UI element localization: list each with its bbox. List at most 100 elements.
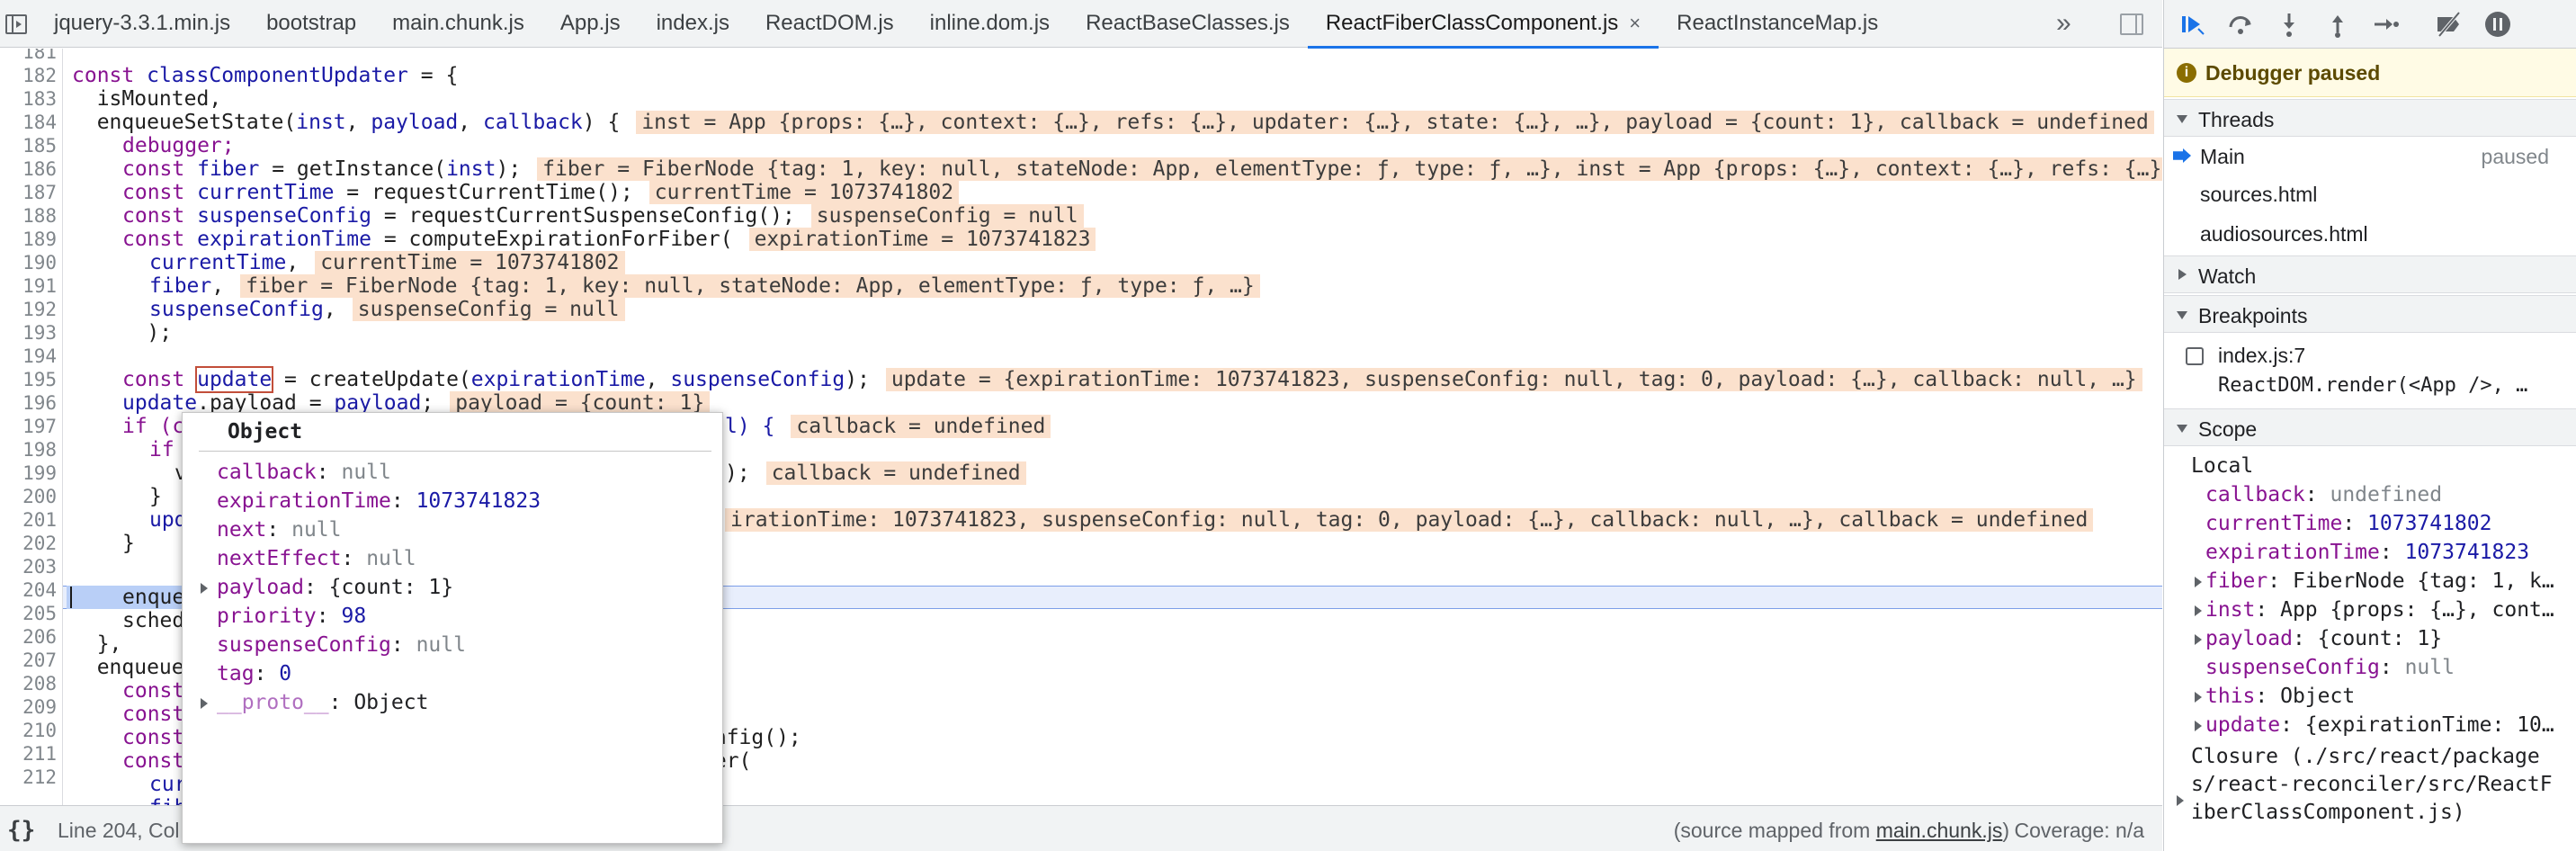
line-number[interactable]: 209 bbox=[22, 695, 57, 719]
resume-icon[interactable] bbox=[2177, 9, 2207, 40]
popover-property-expandable[interactable]: payload: {count: 1} bbox=[201, 573, 453, 602]
scope-variable[interactable]: currentTime: 1073741802 bbox=[2205, 509, 2576, 538]
popover-property[interactable]: priority: 98 bbox=[217, 602, 366, 631]
thread-item[interactable]: sources.html bbox=[2164, 175, 2576, 212]
line-number[interactable]: 203 bbox=[22, 555, 57, 578]
deactivate-breakpoints-icon[interactable] bbox=[2434, 9, 2464, 40]
thread-item-main[interactable]: Main paused bbox=[2164, 137, 2576, 175]
debugger-sidebar-toggle-icon[interactable] bbox=[2120, 13, 2143, 35]
expand-arrow-icon[interactable] bbox=[2195, 692, 2202, 703]
line-number[interactable]: 187 bbox=[22, 181, 57, 204]
more-tabs-icon[interactable]: » bbox=[2056, 0, 2071, 48]
line-number[interactable]: 190 bbox=[22, 251, 57, 274]
popover-property[interactable]: expirationTime: 1073741823 bbox=[217, 487, 541, 515]
expand-arrow-icon[interactable] bbox=[2195, 605, 2202, 616]
tab-inline-dom[interactable]: inline.dom.js bbox=[912, 0, 1068, 48]
line-number[interactable]: 196 bbox=[22, 391, 57, 415]
watch-section-header[interactable]: Watch bbox=[2164, 255, 2576, 293]
line-number[interactable]: 204 bbox=[22, 578, 57, 602]
tab-main-chunk[interactable]: main.chunk.js bbox=[374, 0, 542, 48]
line-number[interactable]: 198 bbox=[22, 438, 57, 461]
pause-on-exceptions-icon[interactable] bbox=[2482, 9, 2513, 40]
tab-bootstrap[interactable]: bootstrap bbox=[248, 0, 374, 48]
step-icon[interactable] bbox=[2371, 9, 2402, 40]
step-out-icon[interactable] bbox=[2322, 9, 2353, 40]
line-number[interactable]: 182 bbox=[22, 64, 57, 87]
navigator-toggle-icon[interactable] bbox=[5, 14, 27, 34]
code-line: const update = createUpdate(expirationTi… bbox=[122, 366, 2142, 393]
line-number-gutter[interactable]: 181 182 183 184 185 186 187 188 189 190 … bbox=[0, 49, 63, 805]
line-number[interactable]: 181 bbox=[22, 49, 57, 64]
popover-property[interactable]: nextEffect: null bbox=[217, 544, 416, 573]
line-number[interactable]: 191 bbox=[22, 274, 57, 298]
line-number[interactable]: 207 bbox=[22, 649, 57, 672]
breakpoints-section-header[interactable]: Breakpoints bbox=[2164, 295, 2576, 333]
line-number[interactable]: 212 bbox=[22, 766, 57, 789]
expand-arrow-icon[interactable] bbox=[2195, 721, 2202, 731]
scope-closure[interactable]: Closure (./src/react/packages/react-reco… bbox=[2191, 743, 2560, 827]
property-key: priority bbox=[217, 605, 317, 628]
object-preview-popover[interactable]: Object callback: null expirationTime: 10… bbox=[182, 412, 723, 844]
line-number[interactable]: 197 bbox=[22, 415, 57, 438]
popover-property[interactable]: tag: 0 bbox=[217, 659, 291, 688]
scope-variable-expandable[interactable]: fiber: FiberNode {tag: 1, k… bbox=[2195, 567, 2572, 596]
expand-triangle-icon[interactable] bbox=[201, 698, 208, 709]
pretty-print-icon[interactable]: {} bbox=[7, 817, 35, 844]
scope-variable-expandable[interactable]: update: {expirationTime: 10… bbox=[2195, 711, 2572, 739]
scope-variable[interactable]: suspenseConfig: null bbox=[2205, 653, 2576, 682]
line-number[interactable]: 200 bbox=[22, 485, 57, 508]
line-number[interactable]: 206 bbox=[22, 625, 57, 649]
line-number[interactable]: 189 bbox=[22, 228, 57, 251]
tab-index[interactable]: index.js bbox=[639, 0, 747, 48]
breakpoint-checkbox[interactable] bbox=[2186, 347, 2204, 365]
line-number[interactable]: 199 bbox=[22, 461, 57, 485]
variable-value: 1073741823 bbox=[2404, 541, 2530, 564]
line-number[interactable]: 202 bbox=[22, 532, 57, 555]
popover-property[interactable]: callback: null bbox=[217, 458, 391, 487]
breakpoint-location[interactable]: index.js:7 bbox=[2218, 344, 2305, 368]
tab-react-base-classes[interactable]: ReactBaseClasses.js bbox=[1068, 0, 1308, 48]
line-number[interactable]: 186 bbox=[22, 157, 57, 181]
line-number[interactable]: 194 bbox=[22, 345, 57, 368]
hovered-update-token[interactable]: update bbox=[195, 366, 274, 393]
tab-reactdom[interactable]: ReactDOM.js bbox=[747, 0, 912, 48]
line-number[interactable]: 205 bbox=[22, 602, 57, 625]
line-number[interactable]: 193 bbox=[22, 321, 57, 345]
tab-jquery[interactable]: jquery-3.3.1.min.js bbox=[36, 0, 248, 48]
tab-react-fiber-class-component[interactable]: ReactFiberClassComponent.js × bbox=[1307, 0, 1659, 49]
line-number[interactable]: 210 bbox=[22, 719, 57, 742]
code-token: , bbox=[345, 111, 371, 134]
scope-variable-expandable[interactable]: inst: App {props: {…}, cont… bbox=[2195, 596, 2572, 624]
popover-property-expandable[interactable]: __proto__: Object bbox=[201, 688, 428, 717]
line-number[interactable]: 208 bbox=[22, 672, 57, 695]
breakpoint-code[interactable]: ReactDOM.render(<App />, … bbox=[2218, 374, 2527, 397]
threads-section-header[interactable]: Threads bbox=[2164, 99, 2576, 137]
line-number[interactable]: 183 bbox=[22, 87, 57, 111]
popover-property[interactable]: suspenseConfig: null bbox=[217, 631, 466, 659]
tab-react-instance-map[interactable]: ReactInstanceMap.js bbox=[1659, 0, 1896, 48]
scope-variable-expandable[interactable]: this: Object bbox=[2195, 682, 2572, 711]
line-number[interactable]: 188 bbox=[22, 204, 57, 228]
scope-variable-expandable[interactable]: payload: {count: 1} bbox=[2195, 624, 2572, 653]
line-number[interactable]: 195 bbox=[22, 368, 57, 391]
thread-item[interactable]: audiosources.html bbox=[2164, 214, 2576, 252]
scope-variable[interactable]: callback: undefined bbox=[2205, 480, 2576, 509]
line-number[interactable]: 201 bbox=[22, 508, 57, 532]
step-into-icon[interactable] bbox=[2274, 9, 2304, 40]
expand-arrow-icon[interactable] bbox=[2195, 634, 2202, 645]
tab-app[interactable]: App.js bbox=[542, 0, 639, 48]
line-number[interactable]: 192 bbox=[22, 298, 57, 321]
expand-arrow-icon[interactable] bbox=[2177, 795, 2184, 806]
step-over-icon[interactable] bbox=[2225, 9, 2256, 40]
popover-property[interactable]: next: null bbox=[217, 515, 341, 544]
scope-section-header[interactable]: Scope bbox=[2164, 408, 2576, 446]
line-number[interactable]: 185 bbox=[22, 134, 57, 157]
expand-triangle-icon[interactable] bbox=[201, 583, 208, 594]
source-map-link[interactable]: main.chunk.js bbox=[1876, 819, 2003, 842]
expand-arrow-icon[interactable] bbox=[2195, 577, 2202, 587]
scope-local-header[interactable]: Local bbox=[2191, 452, 2569, 480]
line-number[interactable]: 211 bbox=[22, 742, 57, 766]
line-number[interactable]: 184 bbox=[22, 111, 57, 134]
scope-variable[interactable]: expirationTime: 1073741823 bbox=[2205, 538, 2576, 567]
close-tab-icon[interactable]: × bbox=[1629, 0, 1641, 47]
